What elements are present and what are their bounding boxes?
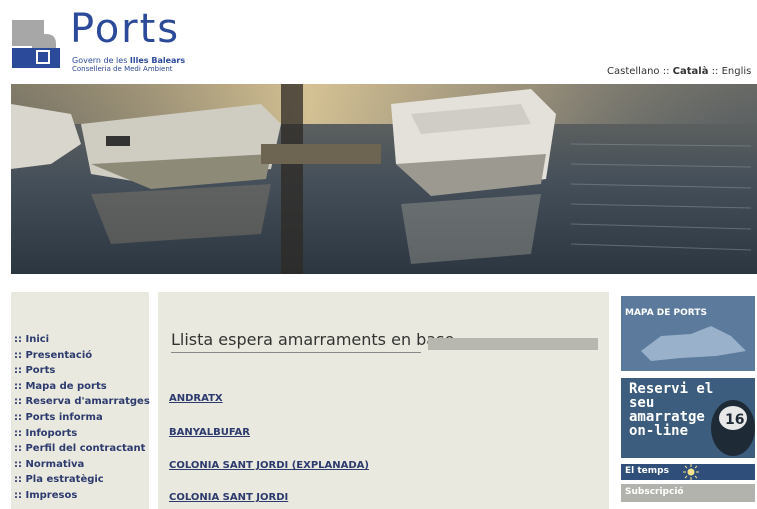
lang-separator: ::: [659, 66, 673, 77]
nav-item-inici[interactable]: :: Inici: [14, 332, 150, 348]
sun-icon: [683, 464, 699, 480]
main-content: Llista espera amarraments en base ANDRAT…: [158, 292, 609, 509]
nav-item-ports-informa[interactable]: :: Ports informa: [14, 410, 150, 426]
nav-item-ports[interactable]: :: Ports: [14, 363, 150, 379]
harbour-banner-image: [11, 84, 757, 274]
lang-english-link[interactable]: Englis: [722, 66, 752, 77]
mapa-de-ports-banner[interactable]: MAPA DE PORTS: [621, 296, 755, 371]
title-decoration-bar: [428, 338, 598, 350]
subscripcio-label: Subscripció: [625, 487, 684, 497]
el-temps-label: El temps: [625, 466, 669, 476]
port-link-andratx[interactable]: ANDRATX: [169, 393, 223, 404]
right-sidebar: MAPA DE PORTS 16 Reservi el seu amarratg…: [619, 292, 757, 509]
lang-castellano-link[interactable]: Castellano: [607, 66, 660, 77]
nav-item-infoports[interactable]: :: Infoports: [14, 426, 150, 442]
mapa-de-ports-label: MAPA DE PORTS: [625, 308, 707, 318]
lang-catala-link[interactable]: Català: [673, 66, 709, 77]
title-underline: [171, 352, 421, 353]
nav-item-reserva-amarratges[interactable]: :: Reserva d'amarratges: [14, 394, 150, 410]
left-navigation: :: Inici :: Presentació :: Ports :: Mapa…: [11, 292, 150, 509]
lang-separator: ::: [708, 66, 722, 77]
logo-title: Ports: [70, 6, 181, 52]
subscripcio-link[interactable]: Subscripció: [621, 484, 755, 502]
port-link-colonia-sant-jordi-explanada[interactable]: COLONIA SANT JORDI (EXPLANADA): [169, 460, 369, 471]
nav-item-pla-estrategic[interactable]: :: Pla estratègic: [14, 472, 150, 488]
svg-text:16: 16: [725, 412, 744, 428]
logo-conselleria-line: Conselleria de Medi Ambient: [72, 65, 173, 73]
reservi-text: Reservi el seu amarratge on-line: [629, 381, 714, 439]
reservi-amarratge-banner[interactable]: 16 Reservi el seu amarratge on-line: [621, 378, 755, 458]
language-switcher: Castellano :: Català :: Englis: [607, 66, 757, 77]
nav-item-normativa[interactable]: :: Normativa: [14, 457, 150, 473]
el-temps-link[interactable]: El temps: [621, 464, 755, 480]
nav-item-impresos[interactable]: :: Impresos: [14, 488, 150, 504]
nav-list: :: Inici :: Presentació :: Ports :: Mapa…: [14, 332, 150, 504]
logo-govern-line: Govern de les Illes Balears: [72, 56, 186, 65]
port-link-colonia-sant-jordi[interactable]: COLONIA SANT JORDI: [169, 492, 288, 503]
nav-item-perfil-contractant[interactable]: :: Perfil del contractant: [14, 441, 150, 457]
ports-logo-mark: [12, 20, 60, 68]
nav-item-presentacio[interactable]: :: Presentació: [14, 348, 150, 364]
nav-item-mapa-de-ports[interactable]: :: Mapa de ports: [14, 379, 150, 395]
port-link-banyalbufar[interactable]: BANYALBUFAR: [169, 427, 250, 438]
ports-logo[interactable]: Ports Govern de les Illes Balears Consel…: [10, 6, 190, 75]
page-title: Llista espera amarraments en base: [171, 330, 455, 349]
